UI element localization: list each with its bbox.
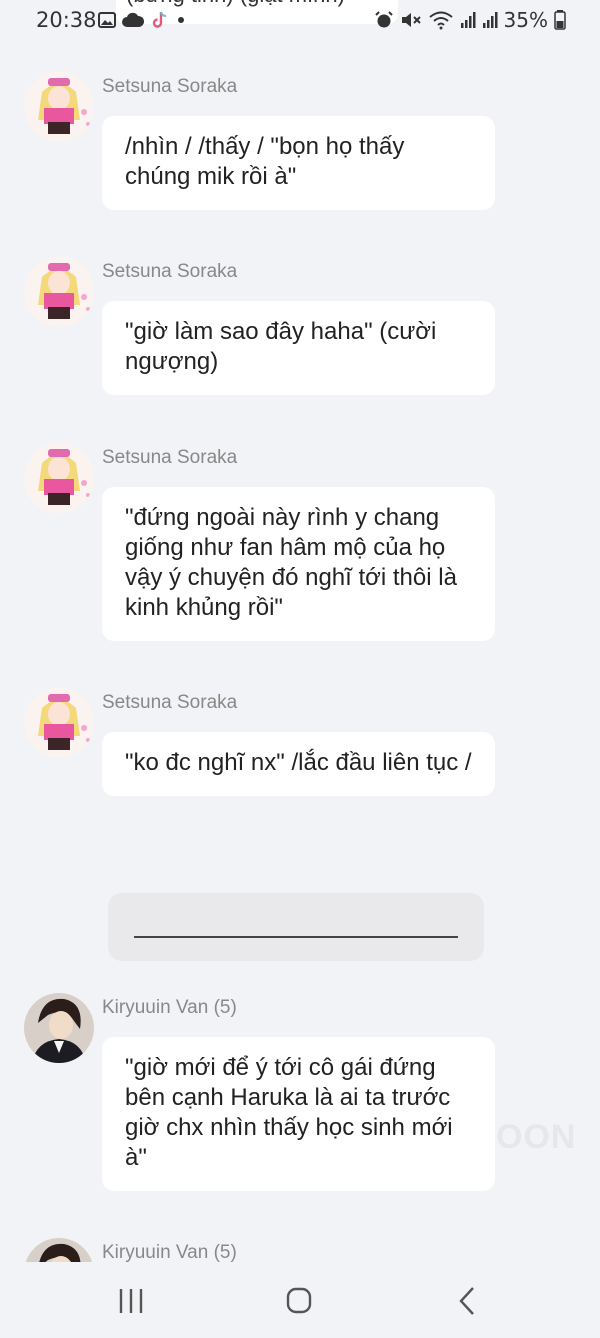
sender-name: Setsuna Soraka xyxy=(102,692,238,713)
back-button[interactable] xyxy=(447,1286,487,1316)
home-icon xyxy=(286,1287,312,1314)
message-bubble[interactable]: "đứng ngoài này rình y chang giống như f… xyxy=(102,487,495,641)
dot-icon xyxy=(178,17,184,23)
avatar[interactable] xyxy=(24,72,94,142)
status-bar: (bừng tỉnh) (giật mình) 20:38 35% xyxy=(0,0,600,40)
message-bubble[interactable]: "ko đc nghĩ nx" /lắc đầu liên tục / xyxy=(102,732,495,796)
avatar[interactable] xyxy=(24,688,94,758)
message-bubble[interactable]: "giờ làm sao đây haha" (cười ngượng) xyxy=(102,301,495,395)
alarm-icon xyxy=(374,11,393,28)
message-bubble[interactable]: /nhìn / /thấy / "bọn họ thấy chúng mik r… xyxy=(102,116,495,210)
navigation-bar xyxy=(0,1262,600,1338)
battery-icon xyxy=(554,10,566,30)
status-time: 20:38 xyxy=(36,8,97,32)
watermark: OON xyxy=(496,1118,577,1156)
cloud-icon xyxy=(122,12,144,27)
sender-name: Kiryuuin Van (5) xyxy=(102,1242,237,1263)
sender-name: Kiryuuin Van (5) xyxy=(102,997,237,1018)
recents-button[interactable] xyxy=(111,1286,151,1316)
image-icon xyxy=(98,12,116,28)
avatar[interactable] xyxy=(24,443,94,513)
avatar-image xyxy=(24,443,94,513)
message-bubble[interactable]: "giờ mới để ý tới cô gái đứng bên cạnh H… xyxy=(102,1037,495,1191)
status-right-icons: 35% xyxy=(374,8,566,32)
sender-name: Setsuna Soraka xyxy=(102,76,238,97)
recents-icon xyxy=(119,1289,143,1313)
avatar[interactable] xyxy=(24,257,94,327)
mute-icon xyxy=(401,13,421,27)
signal-icon xyxy=(460,12,476,28)
avatar-image xyxy=(24,993,94,1063)
back-icon xyxy=(459,1287,474,1315)
tiktok-icon xyxy=(152,11,167,28)
avatar-image xyxy=(24,72,94,142)
avatar[interactable] xyxy=(24,993,94,1063)
sender-name: Setsuna Soraka xyxy=(102,261,238,282)
avatar-image xyxy=(24,257,94,327)
battery-percent: 35% xyxy=(503,8,548,32)
signal-icon xyxy=(482,12,498,28)
scene-divider xyxy=(108,893,484,961)
avatar-image xyxy=(24,688,94,758)
home-button[interactable] xyxy=(279,1286,319,1316)
clipped-message-text: (bừng tỉnh) (giật mình) xyxy=(126,0,345,8)
divider-line xyxy=(134,936,458,938)
sender-name: Setsuna Soraka xyxy=(102,447,238,468)
wifi-icon xyxy=(428,11,453,30)
status-left-icons xyxy=(98,10,186,30)
